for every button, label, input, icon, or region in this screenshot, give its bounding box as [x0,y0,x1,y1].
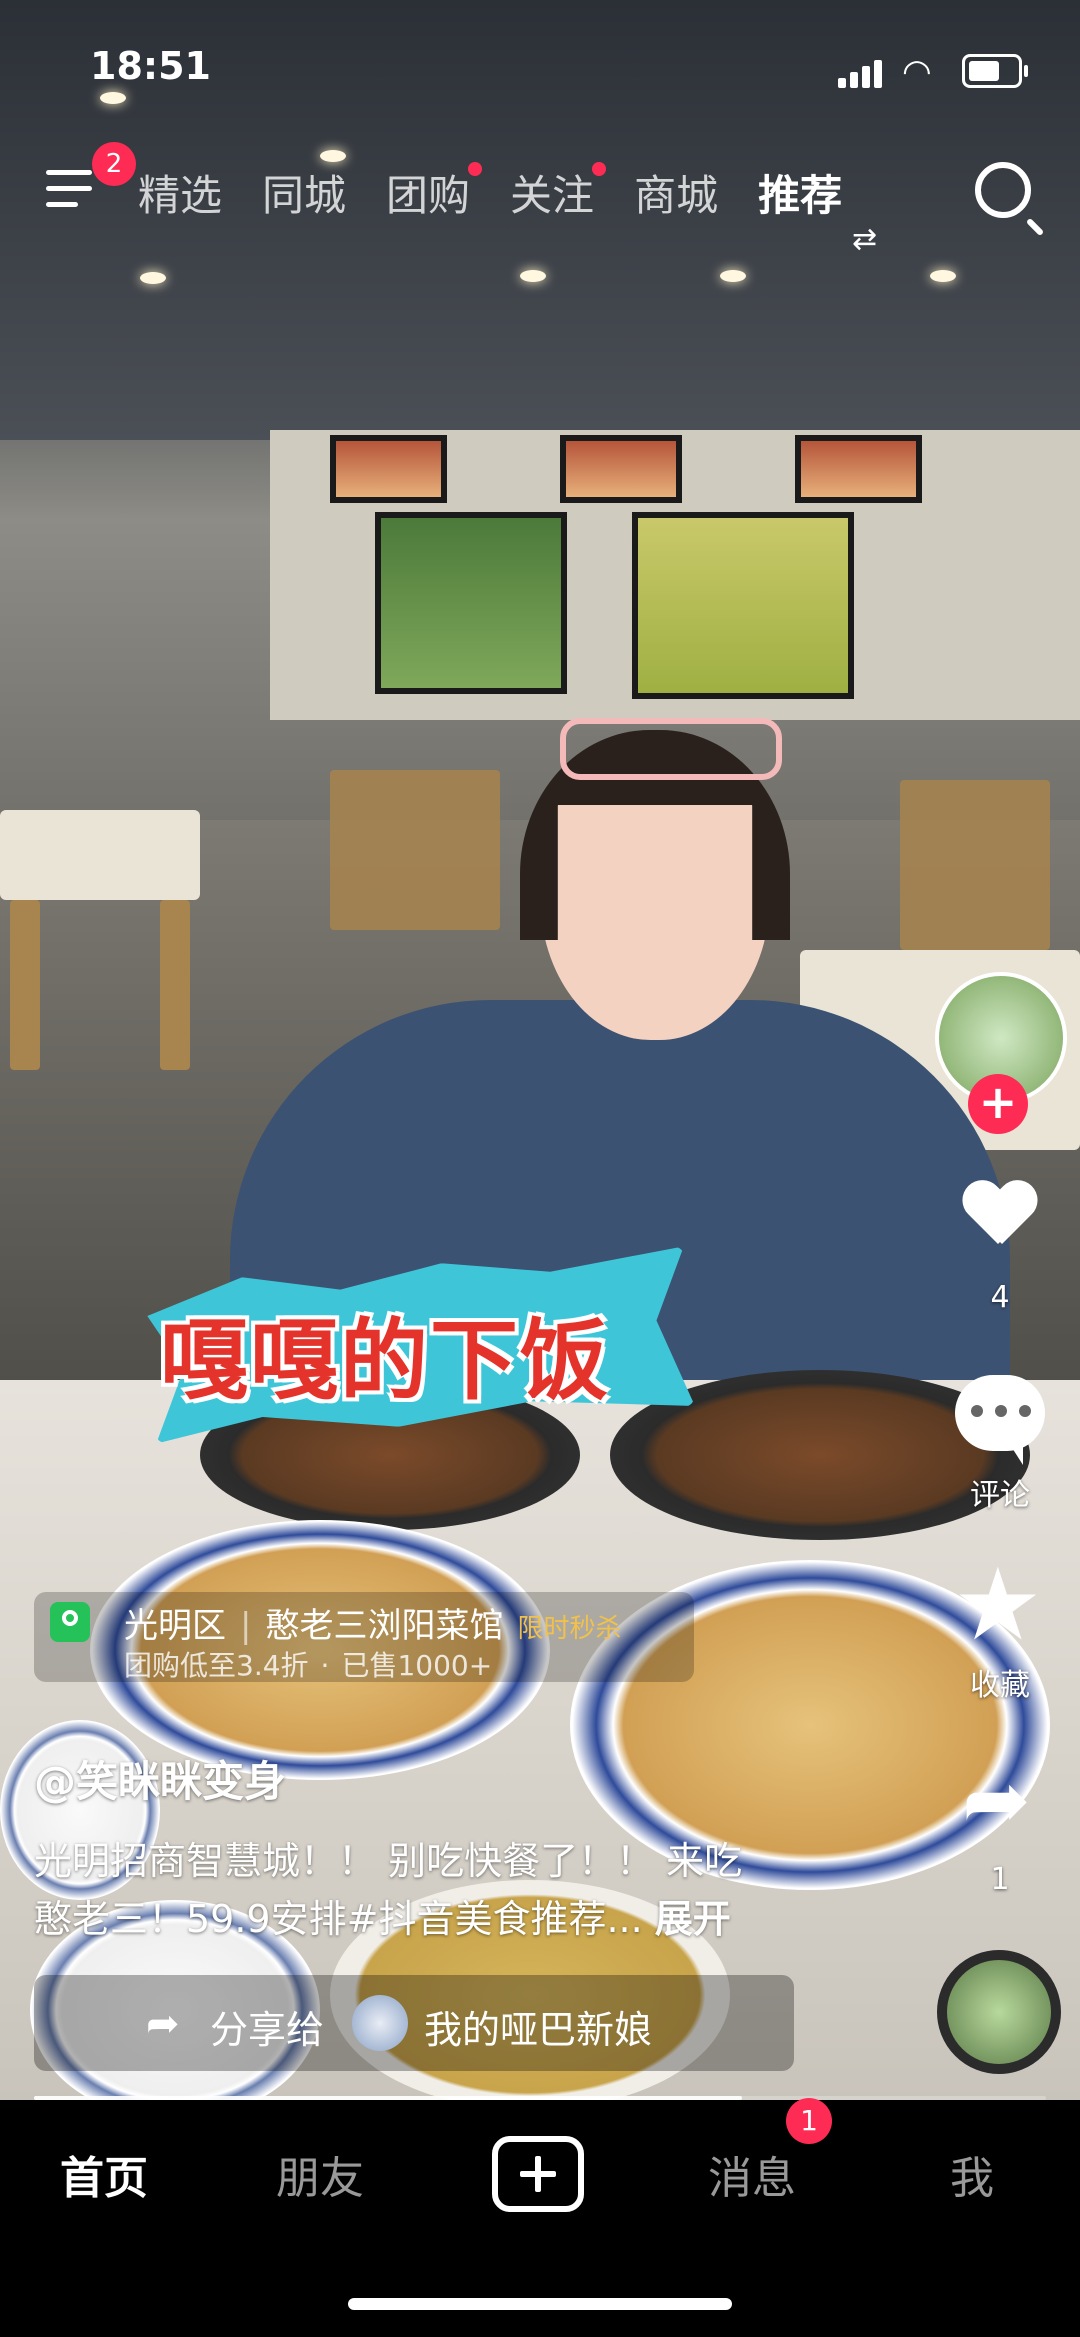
menu-screen [795,435,922,503]
menu-badge: 2 [92,142,136,186]
tab-tuijian[interactable]: 推荐 [758,162,842,223]
tab-guanzhu[interactable]: 关注 [510,162,607,223]
comment-label: 评论 [970,1478,1030,1513]
top-nav: 2 精选 同城 团购 关注 商城 推荐 ⇄ [0,140,1080,260]
tab-jingxuan[interactable]: 精选 [138,162,222,223]
poi-discount: 团购低至3.4折 [124,1649,309,1682]
tab-messages[interactable]: 消息 [708,2142,796,2206]
tab-label: 同城 [262,171,347,220]
menu-icon[interactable] [46,170,92,210]
description-line: 光明招商智慧城！！ 别吃快餐了！！ 来吃 [34,1839,743,1883]
tab-label: 商城 [634,171,719,220]
follow-button[interactable]: + [968,1074,1028,1134]
video-description[interactable]: 光明招商智慧城！！ 别吃快餐了！！ 来吃 憨老三！59.9安排#抖音美食推荐..… [34,1832,814,1948]
chair [330,770,500,930]
share-label: 分享给 [210,2008,325,2052]
favorite-button[interactable]: ★ [953,1555,1043,1655]
expand-link[interactable]: 展开 [655,1897,731,1941]
notification-dot [468,162,483,176]
menu-screen [560,435,682,503]
refresh-swap-icon: ⇄ [852,222,878,257]
poi-sold: 已售1000+ [341,1649,493,1682]
share-to-friend-bar[interactable]: ➦ 分享给 我的哑巴新娘 [34,1975,794,2071]
create-post-button[interactable] [492,2136,584,2212]
sunglasses [560,718,782,780]
tab-me[interactable]: 我 [950,2142,994,2206]
like-count: 4 [990,1280,1010,1315]
share-icon: ➦ [146,2001,180,2047]
menu-screen [330,435,447,503]
tab-tuangou[interactable]: 团购 [386,162,483,223]
screen: 嘎嘎的下饭 18:51 ◠ 2 精选 同城 团购 关注 商城 推荐 ⇄ + 4 … [0,0,1080,2337]
author-name[interactable]: @笑眯眯变身 [34,1748,286,1809]
poi-title-row: 光明区 | 憨老三浏阳菜馆 限时秒杀 [124,1606,622,1646]
poi-tag: 限时秒杀 [517,1614,622,1644]
favorite-label: 收藏 [970,1668,1030,1703]
title-sticker-text: 嘎嘎的下饭 [160,1308,611,1412]
heart-icon [962,1182,1034,1246]
chair [160,900,190,1070]
tab-label: 关注 [510,171,595,220]
share-arrow-icon: ➦ [962,1753,1031,1848]
friend-avatar [352,1995,408,2051]
share-count: 1 [990,1862,1010,1897]
share-button[interactable]: ➦ [962,1760,1031,1842]
tab-label: 团购 [386,171,471,220]
tab-shangcheng[interactable]: 商城 [634,162,718,223]
chair [900,780,1050,950]
tv-screen [375,512,567,694]
star-icon: ★ [953,1546,1043,1663]
tab-tongcheng[interactable]: 同城 [262,162,346,223]
friend-name: 我的哑巴新娘 [424,2008,653,2052]
bottom-tab-bar: 首页 朋友 消息 1 我 [0,2098,1080,2337]
notification-dot [592,162,607,176]
tab-label: 推荐 [758,171,843,220]
music-disc-icon[interactable] [937,1950,1061,2074]
ceiling-light [930,270,956,282]
home-indicator [348,2298,732,2310]
description-line-2: 憨老三！59.9安排#抖音美食推荐... 展开 [34,1890,814,1948]
poi-district: 光明区 [124,1606,226,1646]
poi-card[interactable]: 光明区 | 憨老三浏阳菜馆 限时秒杀 团购低至3.4折 · 已售1000+ [34,1592,694,1682]
poi-subtitle-row: 团购低至3.4折 · 已售1000+ [124,1649,493,1682]
chair [10,900,40,1070]
description-text: 憨老三！59.9安排#抖音美食推荐... [34,1897,643,1941]
tab-friends[interactable]: 朋友 [276,2142,364,2206]
ceiling-light [520,270,546,282]
location-pin-icon [50,1602,90,1642]
tab-label: 精选 [138,171,223,220]
tv-screen [632,512,854,699]
dining-table [0,810,200,900]
tab-home[interactable]: 首页 [60,2142,148,2206]
ceiling-light [140,272,166,284]
comment-button[interactable] [955,1375,1045,1465]
like-button[interactable] [954,1170,1042,1254]
comment-icon [971,1405,1031,1419]
status-bar: 18:51 ◠ [0,0,1080,140]
ceiling-light [720,270,746,282]
cellular-signal-icon [838,58,882,88]
search-icon[interactable] [975,162,1031,218]
poi-name: 憨老三浏阳菜馆 [265,1606,504,1646]
messages-badge: 1 [786,2098,832,2144]
status-time: 18:51 [90,44,211,88]
feed-tabs: 精选 同城 团购 关注 商城 推荐 [138,162,842,223]
battery-icon [962,54,1028,88]
wifi-icon: ◠ [902,52,932,92]
